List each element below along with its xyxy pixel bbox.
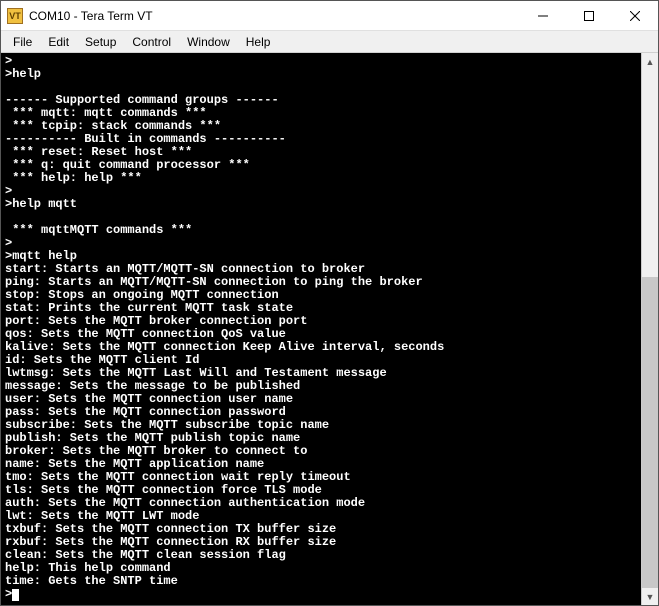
scroll-track[interactable] <box>642 70 658 588</box>
scroll-thumb[interactable] <box>642 277 658 588</box>
terminal-area: > >help ------ Supported command groups … <box>1 53 658 605</box>
minimize-button[interactable] <box>520 1 566 30</box>
menu-help[interactable]: Help <box>238 33 279 51</box>
maximize-button[interactable] <box>566 1 612 30</box>
scroll-up-button[interactable]: ▲ <box>642 53 658 70</box>
menu-file[interactable]: File <box>5 33 40 51</box>
scrollbar[interactable]: ▲ ▼ <box>641 53 658 605</box>
titlebar: VT COM10 - Tera Term VT <box>1 1 658 31</box>
menu-window[interactable]: Window <box>179 33 238 51</box>
scroll-down-button[interactable]: ▼ <box>642 588 658 605</box>
menu-setup[interactable]: Setup <box>77 33 124 51</box>
menu-control[interactable]: Control <box>124 33 179 51</box>
window-buttons <box>520 1 658 30</box>
cursor <box>12 589 19 601</box>
app-icon: VT <box>7 8 23 24</box>
menubar: File Edit Setup Control Window Help <box>1 31 658 53</box>
window-title: COM10 - Tera Term VT <box>29 9 520 23</box>
menu-edit[interactable]: Edit <box>40 33 77 51</box>
terminal-output[interactable]: > >help ------ Supported command groups … <box>1 53 641 605</box>
close-button[interactable] <box>612 1 658 30</box>
